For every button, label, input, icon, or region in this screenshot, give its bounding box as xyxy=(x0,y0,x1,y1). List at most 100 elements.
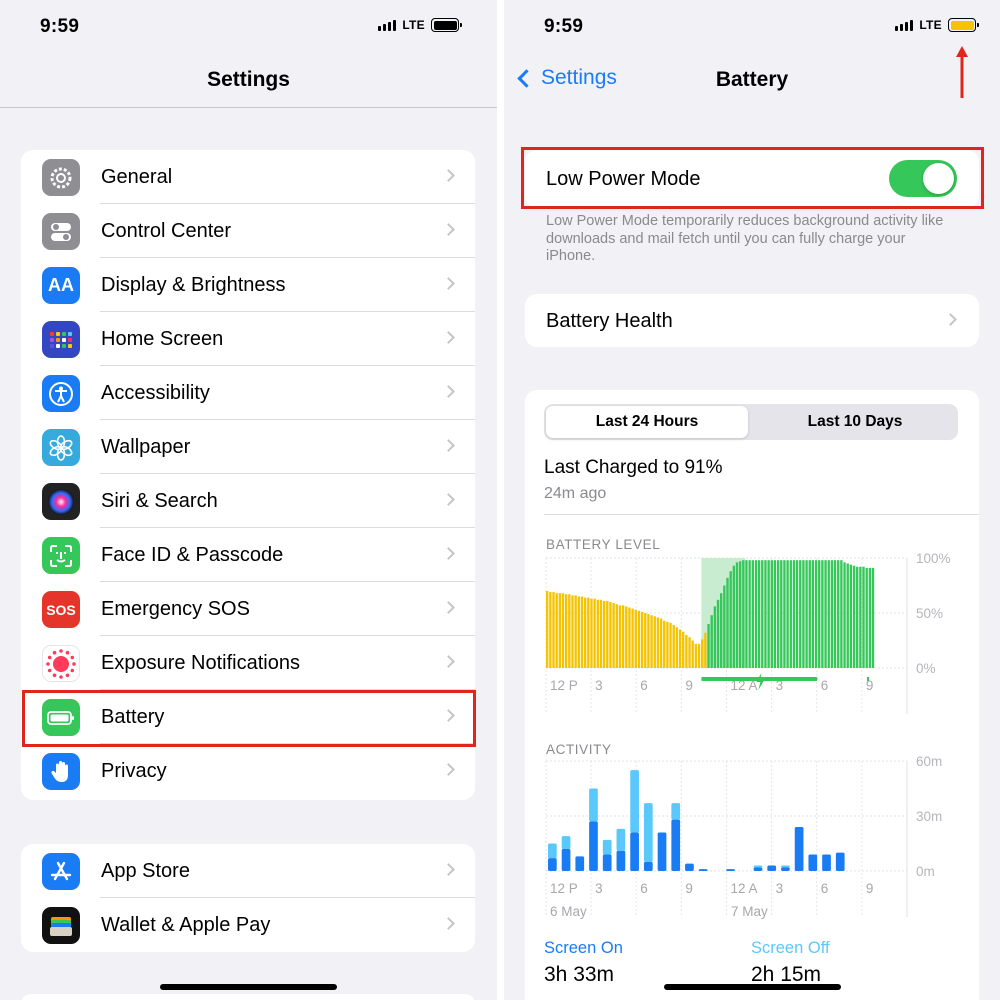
settings-row-label: Exposure Notifications xyxy=(101,651,300,674)
battery-bar xyxy=(821,560,824,668)
battery-bar xyxy=(602,600,606,668)
charging-indicator-dot xyxy=(867,677,869,681)
hand-icon xyxy=(42,753,80,790)
settings-row-label: Face ID & Passcode xyxy=(101,543,284,566)
battery-bar xyxy=(783,560,786,668)
usage-card: Last 24 Hours Last 10 Days Last Charged … xyxy=(525,390,979,1000)
battery-bar xyxy=(723,585,726,668)
status-time-right: 9:59 xyxy=(544,16,584,37)
screen-on-bar xyxy=(643,861,653,871)
battery-bar xyxy=(625,606,628,668)
screen-off-label: Screen Off xyxy=(751,939,830,957)
battery-bar xyxy=(716,599,720,668)
battery-bar xyxy=(707,624,710,668)
settings-row-wallpaper[interactable]: Wallpaper xyxy=(21,420,475,474)
settings-row-home-screen[interactable]: Home Screen xyxy=(21,312,475,366)
settings-row-face-id-passcode[interactable]: Face ID & Passcode xyxy=(21,528,475,582)
chevron-right-icon xyxy=(442,439,455,452)
x-tick-label: 3 xyxy=(776,881,784,896)
text-size-icon: AA xyxy=(42,267,80,304)
x-tick-label: 12 A xyxy=(731,881,758,896)
settings-row-general[interactable]: General xyxy=(21,150,475,204)
tab-last-24-hours[interactable]: Last 24 Hours xyxy=(546,406,748,438)
battery-bar xyxy=(732,565,736,668)
settings-row-accessibility[interactable]: Accessibility xyxy=(21,366,475,420)
battery-bar xyxy=(710,615,713,668)
battery-bar xyxy=(824,560,827,668)
tab-last-10-days[interactable]: Last 10 Days xyxy=(754,406,956,438)
screen-off-bar xyxy=(589,788,598,822)
screen-on-bar xyxy=(726,869,735,871)
battery-bar xyxy=(697,643,701,668)
last-charged-text: Last Charged to 91% xyxy=(544,457,723,478)
battery-bar xyxy=(587,597,590,668)
accessibility-icon xyxy=(42,375,80,412)
battery-bar xyxy=(599,599,603,668)
battery-bar xyxy=(719,593,723,668)
icon-glyph: SOS xyxy=(46,601,76,618)
battery-bar xyxy=(767,560,770,668)
y-tick-label: 30m xyxy=(916,809,942,824)
battery-bar xyxy=(764,560,767,668)
battery-bar xyxy=(663,620,666,668)
settings-row-emergency-sos[interactable]: SOS Emergency SOS xyxy=(21,582,475,636)
home-indicator[interactable] xyxy=(160,984,337,990)
icon-glyph: AA xyxy=(48,275,74,295)
battery-bar xyxy=(802,560,805,668)
settings-row-label: App Store xyxy=(101,859,190,882)
settings-row-display-brightness[interactable]: AA Display & Brightness xyxy=(21,258,475,312)
settings-row-exposure-notifications[interactable]: Exposure Notifications xyxy=(21,636,475,690)
battery-bar xyxy=(713,606,717,668)
battery-bar xyxy=(628,607,631,668)
battery-health-row[interactable]: Battery Health xyxy=(525,294,979,347)
battery-bar xyxy=(596,599,599,668)
screen-on-bar xyxy=(548,858,557,871)
battery-bar xyxy=(811,560,815,668)
battery-bar xyxy=(546,591,549,668)
settings-group-next xyxy=(21,994,475,1000)
settings-row-label: Wallpaper xyxy=(101,435,191,458)
home-indicator[interactable] xyxy=(664,984,841,990)
settings-row-control-center[interactable]: Control Center xyxy=(21,204,475,258)
battery-bar xyxy=(868,567,872,668)
chevron-right-icon xyxy=(442,169,455,182)
battery-bar xyxy=(837,560,840,668)
screen-off-bar xyxy=(671,803,681,820)
chevron-right-icon xyxy=(442,223,455,236)
screen-on-value: 3h 33m xyxy=(544,963,615,986)
battery-bar xyxy=(555,593,558,668)
screen-on-bar xyxy=(685,863,694,871)
screen-on-bar xyxy=(630,832,639,871)
status-time: 9:59 xyxy=(40,16,80,37)
battery-bar xyxy=(859,566,862,668)
battery-bar xyxy=(701,639,704,668)
settings-row-app-store[interactable]: App Store xyxy=(21,844,475,898)
battery-bar xyxy=(669,622,672,668)
settings-row-wallet-apple-pay[interactable]: Wallet & Apple Pay xyxy=(21,898,475,952)
battery-bar xyxy=(672,625,675,668)
screen-on-bar xyxy=(575,856,585,871)
chevron-right-icon xyxy=(442,493,455,506)
battery-bar xyxy=(735,562,739,668)
battery-bar xyxy=(571,595,574,668)
battery-bar xyxy=(704,632,707,668)
battery-bar xyxy=(792,560,796,668)
battery-bar xyxy=(558,593,562,668)
settings-row-privacy[interactable]: Privacy xyxy=(21,744,475,798)
battery-bar xyxy=(682,631,685,668)
settings-row-siri-search[interactable]: Siri & Search xyxy=(21,474,475,528)
battery-bar xyxy=(552,592,555,668)
screen-off-bar xyxy=(616,828,626,851)
battery-bar xyxy=(590,598,593,668)
x-tick-label: 12 P xyxy=(550,881,578,896)
screen-off-bar xyxy=(753,865,763,868)
battery-low-power-icon xyxy=(948,18,979,32)
settings-row-label: Control Center xyxy=(101,219,232,242)
battery-bar xyxy=(770,560,773,668)
network-label: LTE xyxy=(402,18,425,32)
chevron-right-icon xyxy=(442,917,455,930)
screen-on-bar xyxy=(602,854,612,871)
battery-bar xyxy=(805,560,808,668)
battery-bar xyxy=(761,560,764,668)
battery-bar xyxy=(748,560,751,668)
